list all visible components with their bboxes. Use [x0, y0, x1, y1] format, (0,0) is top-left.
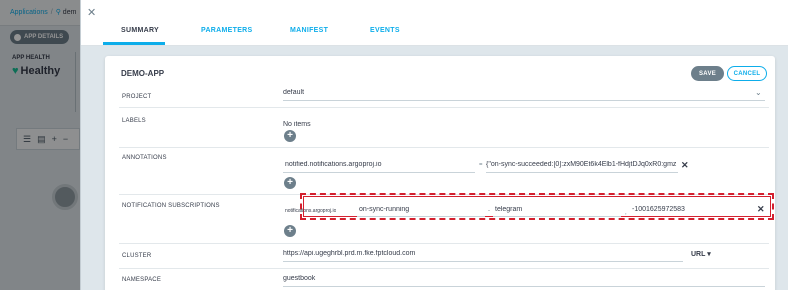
- annotations-label: ANNOTATIONS: [122, 155, 167, 161]
- tab-events[interactable]: EVENTS: [370, 27, 400, 34]
- cancel-button[interactable]: CANCEL: [727, 66, 767, 81]
- app-title: DEMO-APP: [121, 69, 165, 78]
- cluster-underline: [283, 261, 683, 262]
- chevron-down-icon[interactable]: ⌄: [755, 88, 762, 97]
- subscription-trigger-input[interactable]: on-sync-running: [359, 206, 484, 213]
- remove-annotation-icon[interactable]: ✕: [681, 160, 689, 171]
- notification-subscriptions-label: NOTIFICATION SUBSCRIPTIONS: [122, 203, 220, 209]
- tab-manifest[interactable]: MANIFEST: [290, 27, 328, 34]
- namespace-input[interactable]: guestbook: [283, 275, 683, 282]
- modal-overlay[interactable]: [0, 0, 80, 290]
- row-divider: [119, 268, 769, 269]
- subscription-recipient-input[interactable]: -1001625972583: [632, 206, 752, 213]
- annotation-key-input[interactable]: notified.notifications.argoproj.io: [285, 161, 475, 168]
- labels-label: LABELS: [122, 118, 146, 124]
- tab-parameters[interactable]: PARAMETERS: [201, 27, 252, 34]
- labels-empty-text: No items: [283, 121, 311, 128]
- active-tab-indicator: [103, 42, 165, 45]
- cluster-mode-select[interactable]: URL ▾: [691, 250, 711, 258]
- row-divider: [119, 107, 769, 108]
- service-underline: [493, 216, 621, 217]
- row-divider: [119, 147, 769, 148]
- dash-separator: -: [488, 208, 490, 214]
- subscription-service-input[interactable]: telegram: [495, 206, 615, 213]
- project-underline: [283, 100, 765, 101]
- save-button[interactable]: SAVE: [691, 66, 724, 81]
- cluster-label: CLUSTER: [122, 253, 152, 259]
- remove-subscription-icon[interactable]: ✕: [757, 204, 765, 215]
- close-icon[interactable]: ✕: [87, 6, 96, 19]
- project-label: PROJECT: [122, 94, 152, 100]
- project-select[interactable]: default: [283, 89, 304, 96]
- subscription-prefix: notifications.argoproj.io: [285, 208, 337, 214]
- cluster-url-input[interactable]: https://api.ugeghrbl.prd.m.fke.fptcloud.…: [283, 250, 683, 257]
- add-label-button[interactable]: +: [284, 130, 296, 142]
- namespace-label: NAMESPACE: [122, 277, 162, 283]
- row-divider: [119, 243, 769, 244]
- annotation-value-underline: [486, 172, 678, 173]
- tab-bar: ✕ SUMMARY PARAMETERS MANIFEST EVENTS: [81, 0, 788, 46]
- tab-summary[interactable]: SUMMARY: [121, 27, 159, 34]
- summary-card: DEMO-APP SAVE CANCEL PROJECT default ⌄ L…: [105, 56, 775, 290]
- comma-separator: ,: [625, 210, 627, 216]
- equals-sign: =: [479, 162, 483, 168]
- add-subscription-button[interactable]: +: [284, 225, 296, 237]
- namespace-underline: [283, 286, 765, 287]
- annotation-value-input[interactable]: {"on-sync-succeeded:[0]:zxM90Et6k4Elb1-f…: [486, 161, 678, 168]
- annotation-key-underline: [283, 172, 475, 173]
- app-details-panel: ✕ SUMMARY PARAMETERS MANIFEST EVENTS DEM…: [80, 0, 788, 290]
- add-annotation-button[interactable]: +: [284, 177, 296, 189]
- trigger-underline: [357, 216, 485, 217]
